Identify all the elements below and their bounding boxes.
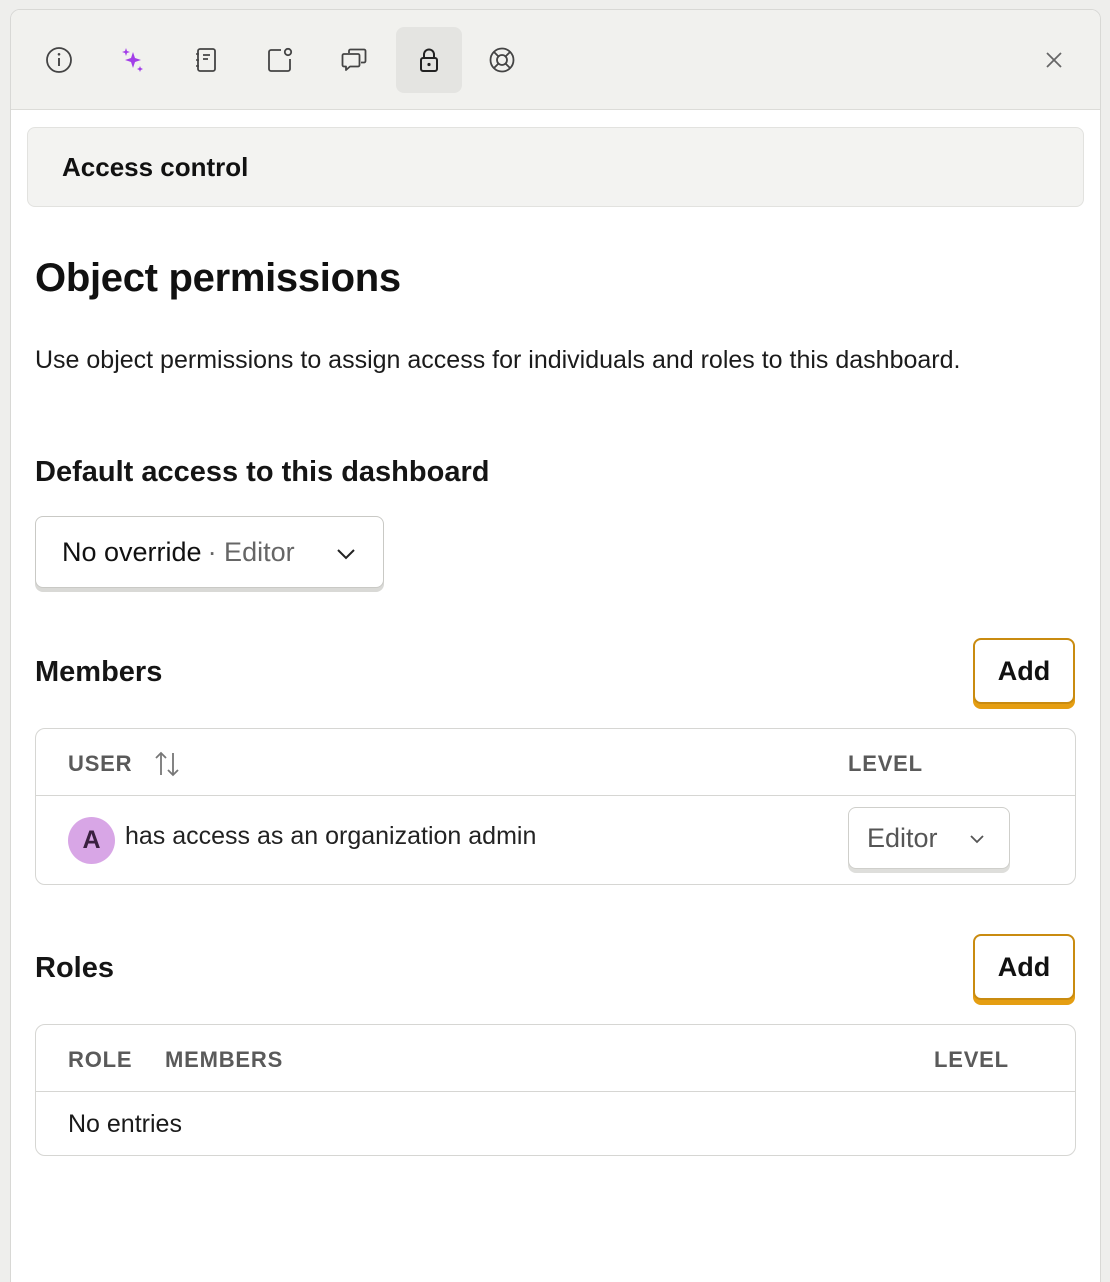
notebook-button[interactable] — [173, 27, 239, 93]
panel-toolbar — [11, 10, 1100, 110]
comments-button[interactable] — [321, 27, 387, 93]
sparkles-icon — [122, 48, 143, 72]
default-access-select[interactable]: No override · Editor — [35, 516, 384, 588]
info-button[interactable] — [26, 27, 92, 93]
lock-icon — [420, 48, 438, 72]
add-role-button[interactable]: Add — [973, 934, 1075, 1000]
info-icon — [46, 47, 72, 73]
empty-state-text: No entries — [68, 1110, 182, 1138]
page-title: Object permissions — [35, 256, 401, 300]
roles-table: ROLE MEMBERS LEVEL No entries — [35, 1024, 1076, 1156]
members-column-header: MEMBERS — [165, 1047, 284, 1072]
close-icon — [1046, 52, 1062, 68]
section-header: Access control — [27, 127, 1084, 207]
members-title: Members — [35, 656, 163, 688]
default-access-sub: · Editor — [207, 536, 295, 567]
support-button[interactable] — [469, 27, 535, 93]
table-row: No entries — [36, 1092, 1075, 1155]
user-column-header[interactable]: USER — [68, 751, 132, 777]
close-button[interactable] — [1021, 27, 1087, 93]
level-column-header: LEVEL — [848, 751, 923, 776]
members-table-header: USER LEVEL — [36, 729, 1075, 796]
chevron-down-icon — [970, 835, 984, 844]
avatar: A — [68, 817, 115, 864]
roles-title: Roles — [35, 952, 114, 984]
section-title: Access control — [62, 152, 249, 182]
default-access-value: No override — [62, 536, 202, 567]
level-column-header: LEVEL — [934, 1047, 1009, 1072]
notes-button[interactable] — [247, 27, 313, 93]
member-level-value: Editor — [867, 822, 938, 853]
member-access-text: has access as an organization admin — [125, 822, 537, 850]
permissions-description: Use object permissions to assign access … — [35, 346, 961, 374]
default-access-label: Default access to this dashboard — [35, 456, 490, 488]
side-panel: Access control Object permissions Use ob… — [10, 9, 1101, 1282]
support-icon — [489, 47, 515, 73]
access-control-button[interactable] — [396, 27, 462, 93]
add-member-button[interactable]: Add — [973, 638, 1075, 704]
comments-icon — [341, 48, 367, 71]
members-table: USER LEVEL A has access as an organizati… — [35, 728, 1076, 885]
table-row: A has access as an organization admin Ed… — [36, 796, 1075, 884]
member-level-select[interactable]: Editor — [848, 807, 1010, 869]
sort-icon[interactable] — [152, 749, 182, 779]
notebook-icon — [196, 48, 216, 72]
role-column-header: ROLE — [68, 1047, 133, 1072]
chevron-down-icon — [337, 549, 355, 560]
roles-table-header: ROLE MEMBERS LEVEL — [36, 1025, 1075, 1092]
ai-assistant-button[interactable] — [100, 27, 166, 93]
notes-icon — [268, 47, 293, 72]
